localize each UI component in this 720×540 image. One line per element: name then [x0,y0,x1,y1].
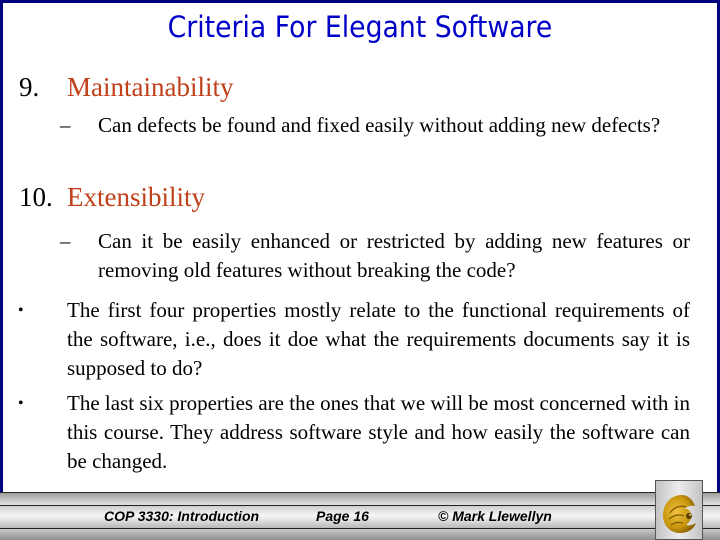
footer-page-number: Page 16 [316,508,369,524]
logo-box [655,480,703,540]
dash-marker: – [60,113,71,137]
bullet-item: • The first four properties mostly relat… [18,296,690,383]
criterion-description: – Can it be easily enhanced or restricte… [60,227,690,285]
footer-divider [0,505,720,506]
criterion-number: 9. [19,72,40,102]
criterion-number: 10. [19,182,53,212]
criterion-heading-maintainability: 9. Maintainability [19,72,233,103]
footer-divider [0,528,720,529]
criterion-label: Extensibility [67,182,205,212]
bullet-text: The first four properties mostly relate … [67,298,690,380]
footer-course: COP 3330: Introduction [104,508,260,524]
bullet-marker: • [18,302,24,319]
description-text: Can defects be found and fixed easily wi… [98,113,661,137]
slide-footer: COP 3330: Introduction Page 16 © Mark Ll… [0,492,720,540]
slide-title: Criteria For Elegant Software [167,10,553,44]
pegasus-logo-icon [663,495,696,533]
criterion-description: – Can defects be found and fixed easily … [60,111,690,140]
criterion-heading-extensibility: 10. Extensibility [19,182,205,213]
dash-marker: – [60,229,71,253]
bullet-item: • The last six properties are the ones t… [18,389,690,476]
footer-copyright: © Mark Llewellyn [438,508,552,524]
bullet-marker: • [18,395,24,412]
criterion-label: Maintainability [67,72,234,102]
bullet-text: The last six properties are the ones tha… [67,391,690,473]
description-text: Can it be easily enhanced or restricted … [98,229,690,282]
footer-divider [0,492,720,493]
